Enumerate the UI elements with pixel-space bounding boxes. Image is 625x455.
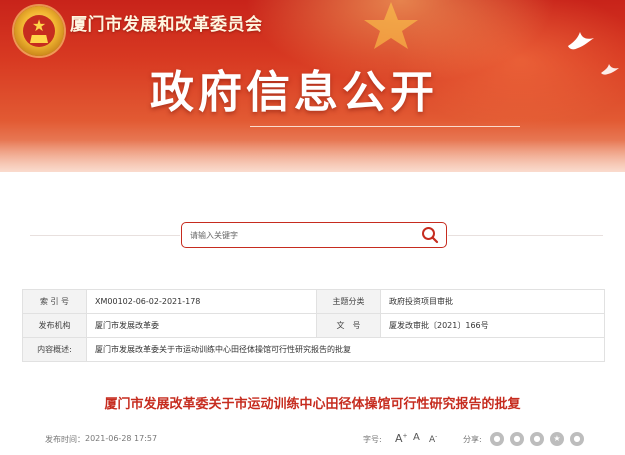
star-decoration-icon bbox=[364, 2, 418, 49]
publish-label: 发布时间： bbox=[45, 435, 85, 444]
font-medium-button[interactable]: A bbox=[413, 432, 420, 443]
search-box bbox=[181, 222, 447, 248]
org-name[interactable]: 厦门市发展和改革委员会 bbox=[70, 10, 263, 40]
summary-value: 厦门市发展改革委关于市运动训练中心田径体操馆可行性研究报告的批复 bbox=[86, 337, 605, 362]
category-label: 主题分类 bbox=[316, 289, 381, 314]
document-meta-bar: 发布时间： 2021-06-28 17:57 字号: A+ A A- 分享: ●… bbox=[45, 432, 625, 448]
search-input[interactable] bbox=[190, 226, 410, 244]
index-value: XM00102-06-02-2021-178 bbox=[86, 289, 317, 314]
wechat-icon[interactable]: ● bbox=[490, 432, 504, 446]
page-heading: 政府信息公开 bbox=[150, 67, 438, 118]
document-meta-table: 索 引 号 XM00102-06-02-2021-178 主题分类 政府投资项目… bbox=[22, 289, 605, 362]
category-value: 政府投资项目审批 bbox=[380, 289, 605, 314]
header-banner: ★ 厦门市发展和改革委员会 政府信息公开 bbox=[0, 0, 625, 172]
divider bbox=[448, 235, 603, 236]
table-row: 索 引 号 XM00102-06-02-2021-178 主题分类 政府投资项目… bbox=[22, 289, 605, 314]
search-button[interactable] bbox=[418, 224, 442, 246]
docno-value: 厦发改审批〔2021〕166号 bbox=[380, 313, 605, 338]
share-label: 分享: bbox=[463, 435, 482, 444]
weibo-icon[interactable]: ● bbox=[510, 432, 524, 446]
heading-underline bbox=[250, 126, 520, 127]
publish-date: 2021-06-28 17:57 bbox=[85, 434, 158, 443]
font-size-label: 字号: bbox=[363, 435, 382, 444]
dove-icon bbox=[601, 64, 619, 75]
qzone-icon[interactable]: ★ bbox=[550, 432, 564, 446]
issuer-label: 发布机构 bbox=[22, 313, 87, 338]
document-title: 厦门市发展改革委关于市运动训练中心田径体操馆可行性研究报告的批复 bbox=[104, 397, 521, 412]
national-emblem-icon: ★ bbox=[14, 6, 64, 56]
divider bbox=[30, 235, 180, 236]
qq-icon[interactable]: ● bbox=[530, 432, 544, 446]
index-label: 索 引 号 bbox=[22, 289, 87, 314]
table-row: 发布机构 厦门市发展改革委 文 号 厦发改审批〔2021〕166号 bbox=[22, 313, 605, 338]
issuer-value: 厦门市发展改革委 bbox=[86, 313, 317, 338]
dove-icon bbox=[568, 32, 594, 50]
font-small-button[interactable]: A- bbox=[429, 433, 437, 445]
docno-label: 文 号 bbox=[316, 313, 381, 338]
summary-label: 内容概述: bbox=[22, 337, 87, 362]
table-row: 内容概述: 厦门市发展改革委关于市运动训练中心田径体操馆可行性研究报告的批复 bbox=[22, 337, 605, 362]
font-large-button[interactable]: A+ bbox=[395, 432, 408, 445]
search-icon bbox=[422, 227, 439, 244]
douban-icon[interactable]: ● bbox=[570, 432, 584, 446]
